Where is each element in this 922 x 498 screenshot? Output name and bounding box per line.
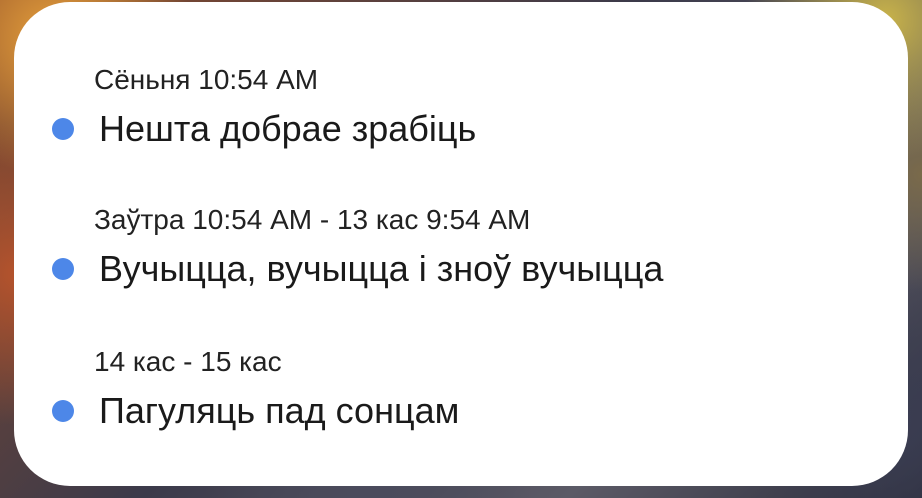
calendar-dot-icon [52,400,74,422]
event-time: Заўтра 10:54 AM - 13 кас 9:54 AM [94,204,531,235]
calendar-widget[interactable]: Сёньня 10:54 AM Нешта добрае зрабіць Заў… [14,2,908,486]
event-time: 14 кас - 15 кас [94,346,282,377]
calendar-dot-icon [52,258,74,280]
calendar-dot-icon [52,118,74,140]
event-title: Пагуляць пад сонцам [99,390,460,431]
event-title: Нешта добрае зрабіць [99,108,477,149]
event-time: Сёньня 10:54 AM [94,64,319,95]
event-title: Вучыцца, вучыцца і зноў вучыцца [99,248,664,289]
